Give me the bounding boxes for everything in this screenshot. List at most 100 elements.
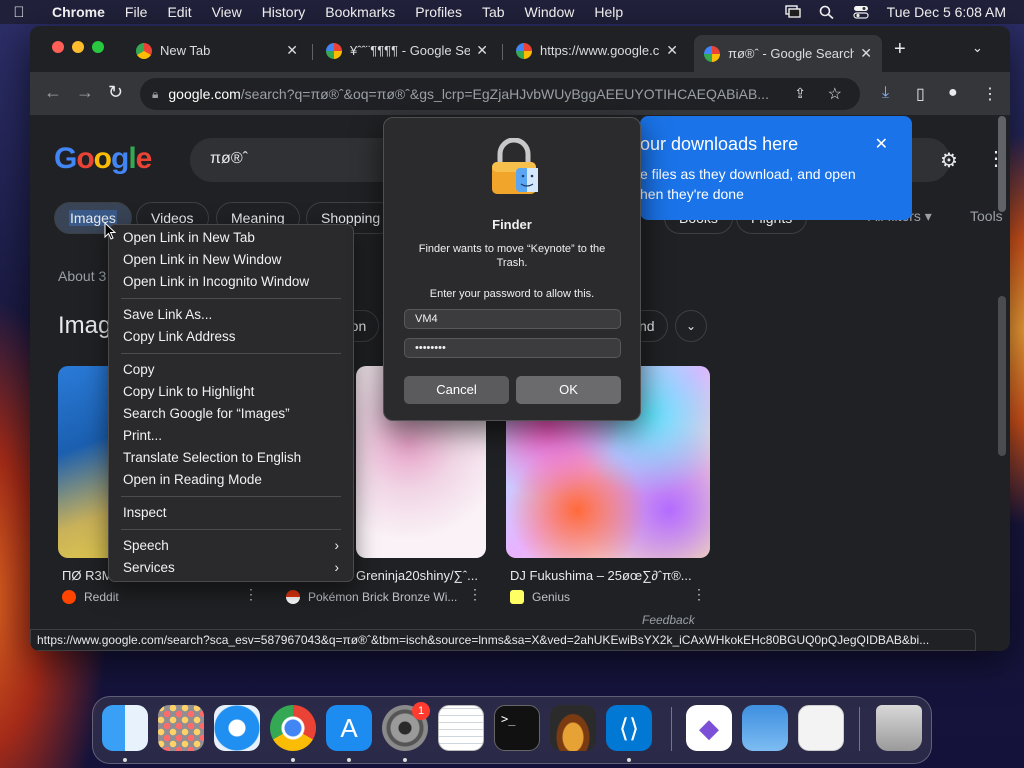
close-tab-icon[interactable]: ✕ [666,42,678,59]
menu-item-copy-link-highlight[interactable]: Copy Link to Highlight [123,382,341,402]
side-panel-icon[interactable]: ▯ [916,84,925,104]
genius-icon [510,590,524,604]
menu-item-open-incognito[interactable]: Open Link in Incognito Window [123,272,341,292]
settings-gear-icon[interactable]: ⚙ [940,148,958,173]
close-tab-icon[interactable]: ✕ [286,42,298,59]
menu-item-save-link-as[interactable]: Save Link As... [123,305,341,325]
terminal-icon[interactable]: >_ [494,705,540,751]
forward-arrow-icon[interactable]: → [76,82,94,103]
vscode-icon[interactable]: ⟨⟩ [606,705,652,751]
tab-new-tab[interactable]: New Tab ✕ [126,35,308,66]
visual-studio-icon[interactable]: ◆ [686,705,732,751]
close-icon[interactable]: ✕ [875,134,888,154]
minimize-window-button[interactable] [72,41,84,53]
cancel-button[interactable]: Cancel [404,376,509,404]
result-source[interactable]: Pokémon Brick Bronze Wi... [286,590,457,604]
new-tab-plus-icon[interactable]: + [894,38,906,61]
tab-search-chevron-icon[interactable]: ⌄ [972,40,983,56]
menu-item-speech[interactable]: Speech › [123,536,341,556]
menu-item-open-new-tab[interactable]: Open Link in New Tab [123,228,341,248]
menu-item-copy-link-address[interactable]: Copy Link Address [123,327,341,347]
more-options-icon[interactable]: ⋮ [244,586,258,603]
username-field[interactable]: VM4 [404,309,621,329]
browser-toolbar: ← → ↻ 🔒︎ google.com /search?q=πø®ˆ&oq=πø… [30,72,1010,116]
menu-app-name[interactable]: Chrome [38,4,115,20]
tab-title: https://www.google.c [540,43,660,58]
close-tab-icon[interactable]: ✕ [476,42,488,59]
menu-item-translate[interactable]: Translate Selection to English [123,448,341,468]
menubar-clock[interactable]: Tue Dec 5 6:08 AM [887,4,1006,20]
menu-item-print[interactable]: Print... [123,426,341,446]
menu-item-copy[interactable]: Copy [123,360,341,380]
downloads-bubble: our downloads here e files as they downl… [640,116,912,220]
downloads-icon[interactable]: ⤓ [882,84,889,102]
textedit-icon[interactable] [438,705,484,751]
app-store-icon[interactable]: A [326,705,372,751]
tab-title: πø®ˆ - Google Search [728,46,855,61]
zoom-window-button[interactable] [92,41,104,53]
spotlight-search-icon[interactable] [819,5,835,20]
menu-file[interactable]: File [115,4,158,20]
google-icon [326,42,342,59]
close-tab-icon[interactable]: ✕ [860,45,872,62]
tab-google-search-1[interactable]: ¥ˆˆ¨¶¶¶¶ - Google Se ✕ [316,35,498,66]
tab-google-search-active[interactable]: πø®ˆ - Google Search ✕ [694,35,882,72]
chrome-menu-icon[interactable]: ⋮ [982,84,998,104]
url-path: /search?q=πø®ˆ&oq=πø®ˆ&gs_lcrp=EgZjaHJvb… [240,86,769,102]
menu-edit[interactable]: Edit [157,4,201,20]
trash-icon[interactable] [876,705,922,751]
menu-window[interactable]: Window [515,4,585,20]
result-source[interactable]: Reddit [62,590,119,604]
finder-icon[interactable] [102,705,148,751]
result-caption[interactable]: DJ Fukushima – 25øœ∑∂ˆπ®... [510,568,710,583]
result-source[interactable]: Genius [510,590,570,604]
menu-item-search-google[interactable]: Search Google for “Images” [123,404,341,424]
downloads-bubble-line: hen they're done [640,186,744,202]
ok-button[interactable]: OK [516,376,621,404]
result-caption[interactable]: Greninja20shiny/∑ˆ... [356,568,486,583]
lock-icon[interactable]: 🔒︎ [152,87,158,102]
tools-button[interactable]: Tools [970,208,1003,224]
more-options-icon[interactable]: ⋮ [468,586,482,603]
dock: A >_ ⟨⟩ ◆ [92,696,932,764]
logo-letter: l [128,142,136,175]
launchpad-icon[interactable] [158,705,204,751]
menu-item-inspect[interactable]: Inspect [123,503,341,523]
menu-item-open-new-window[interactable]: Open Link in New Window [123,250,341,270]
running-indicator [291,758,295,762]
menu-profiles[interactable]: Profiles [405,4,472,20]
tab-google-url[interactable]: https://www.google.c ✕ [506,35,688,66]
menu-history[interactable]: History [252,4,316,20]
close-window-button[interactable] [52,41,64,53]
screen-mirroring-icon[interactable] [784,5,801,19]
password-field[interactable]: •••••••• [404,338,621,358]
apple-menu-icon[interactable]:  [0,4,38,21]
page-scrollbar-track[interactable] [998,296,1006,456]
more-options-icon[interactable]: ⋮ [692,586,706,603]
share-icon[interactable]: ⇪ [794,85,806,102]
garageband-icon[interactable] [550,705,596,751]
source-label: Genius [532,590,571,604]
profile-avatar-icon[interactable]: ● [948,84,958,102]
archive-utility-icon[interactable] [798,705,844,751]
dialog-title: Finder [492,217,532,232]
menu-item-services[interactable]: Services › [123,558,341,578]
bookmark-star-icon[interactable]: ☆ [828,84,842,104]
feedback-link[interactable]: Feedback [642,613,695,627]
reload-icon[interactable]: ↻ [108,82,123,103]
page-scrollbar[interactable] [998,116,1006,212]
menu-view[interactable]: View [202,4,252,20]
menu-bookmarks[interactable]: Bookmarks [315,4,405,20]
google-logo[interactable]: Google [54,142,152,176]
tab-divider [502,44,503,60]
weather-icon[interactable] [742,705,788,751]
safari-icon[interactable] [214,705,260,751]
chrome-icon[interactable] [270,705,316,751]
control-center-icon[interactable] [853,5,869,19]
address-bar[interactable]: 🔒︎ google.com /search?q=πø®ˆ&oq=πø®ˆ&gs_… [140,78,860,110]
menu-item-reading-mode[interactable]: Open in Reading Mode [123,470,341,490]
chevron-down-icon[interactable]: ⌄ [675,310,707,342]
menu-help[interactable]: Help [584,4,633,20]
back-arrow-icon[interactable]: ← [44,82,62,103]
menu-tab[interactable]: Tab [472,4,515,20]
